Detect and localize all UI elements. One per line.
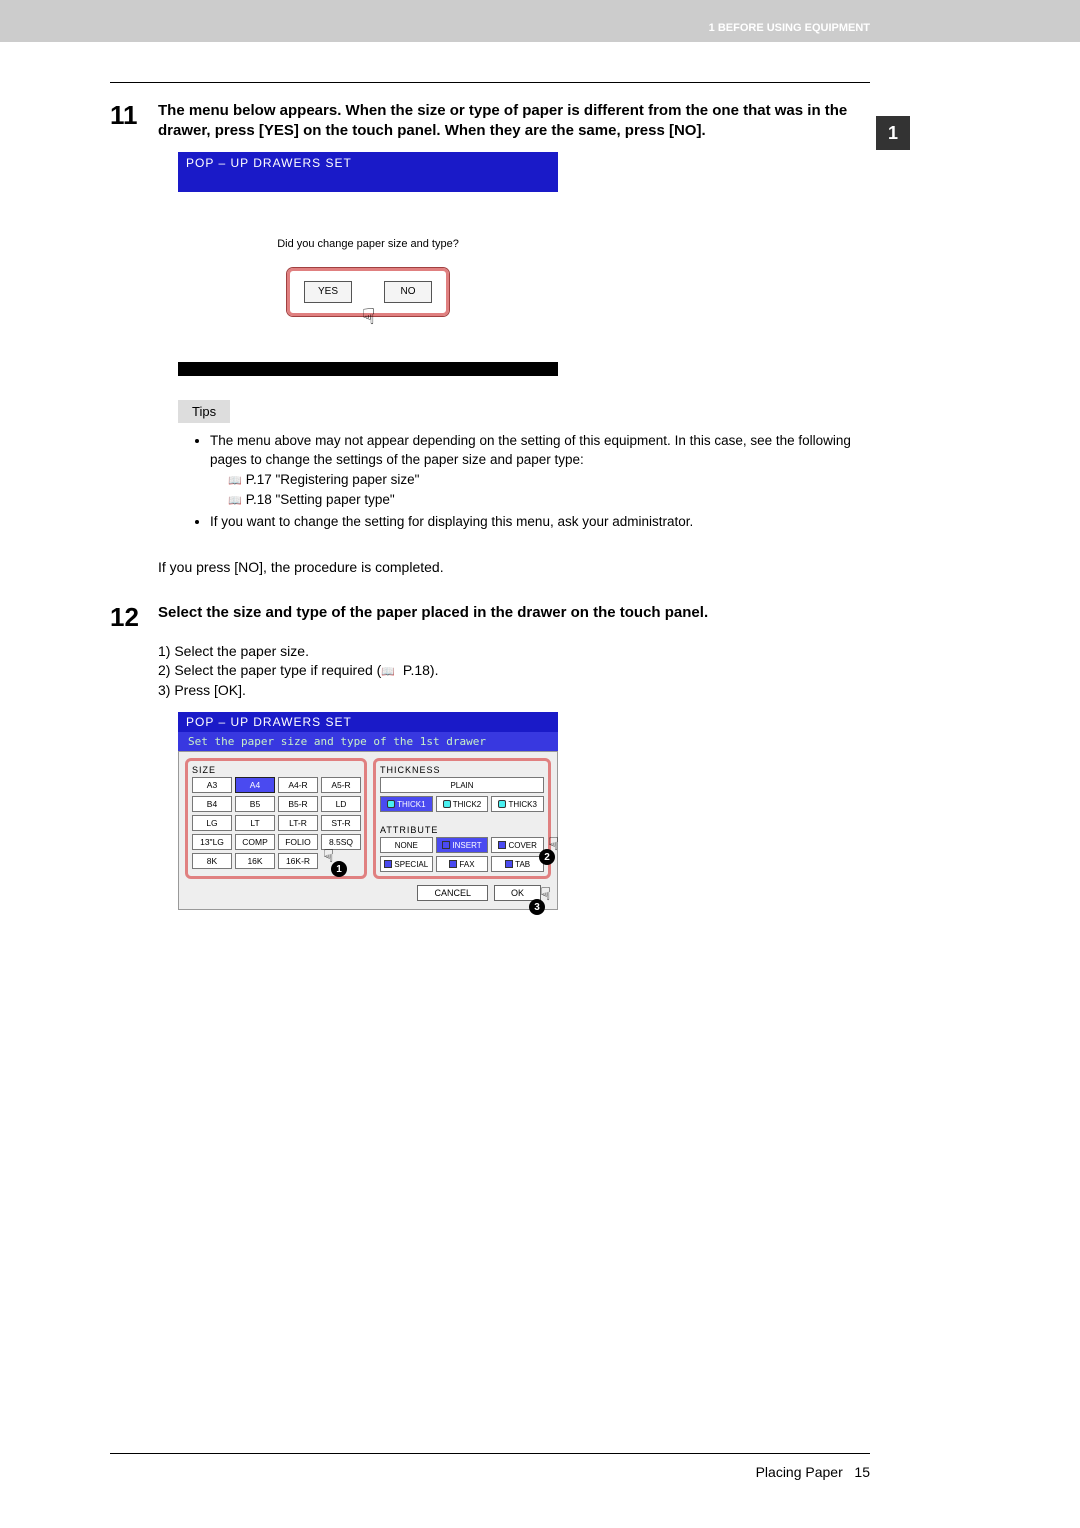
tip-item: The menu above may not appear depending … xyxy=(210,431,870,510)
tips-label: Tips xyxy=(178,400,230,423)
thickness-option[interactable]: THICK3 xyxy=(491,796,544,812)
tips-list: The menu above may not appear depending … xyxy=(196,431,870,532)
footer-page: 15 xyxy=(854,1464,870,1480)
attribute-icon xyxy=(384,860,392,868)
thickness-label: THICKNESS xyxy=(380,765,544,775)
attribute-option[interactable]: COVER xyxy=(491,837,544,853)
step-number: 12 xyxy=(110,603,158,632)
attribute-icon xyxy=(505,860,513,868)
popup-subtitle: Set the paper size and type of the 1st d… xyxy=(178,732,558,751)
substep-text: P.18). xyxy=(399,662,438,678)
divider xyxy=(110,82,870,83)
size-option[interactable]: LT xyxy=(235,815,275,831)
attribute-icon xyxy=(498,841,506,849)
tip-text: The menu above may not appear depending … xyxy=(210,433,851,468)
size-option[interactable]: A4-R xyxy=(278,777,318,793)
size-option[interactable]: B5-R xyxy=(278,796,318,812)
blackbar xyxy=(178,362,558,376)
dialog-footer: CANCEL OK xyxy=(185,885,551,901)
hand-pointer-icon: ☟ xyxy=(548,834,559,855)
size-option[interactable]: FOLIO xyxy=(278,834,318,850)
thickness-icon xyxy=(443,800,451,808)
size-option[interactable]: A3 xyxy=(192,777,232,793)
ref-text: P.18 "Setting paper type" xyxy=(246,492,395,507)
bluebar xyxy=(178,174,558,192)
step-sublist: 1) Select the paper size. 2) Select the … xyxy=(158,642,870,701)
size-option[interactable]: B5 xyxy=(235,796,275,812)
size-option[interactable]: LG xyxy=(192,815,232,831)
popup-message: Did you change paper size and type? xyxy=(277,238,459,250)
size-option[interactable]: LT-R xyxy=(278,815,318,831)
popup-drawer-set: POP – UP DRAWERS SET Set the paper size … xyxy=(178,712,558,910)
step-number: 11 xyxy=(110,101,158,142)
size-option[interactable]: COMP xyxy=(235,834,275,850)
size-option[interactable]: 8K xyxy=(192,853,232,869)
book-icon xyxy=(228,492,246,507)
size-option[interactable]: A5-R xyxy=(321,777,361,793)
no-button[interactable]: NO xyxy=(384,281,432,303)
thickness-icon xyxy=(498,800,506,808)
size-option[interactable]: B4 xyxy=(192,796,232,812)
attribute-icon xyxy=(449,860,457,868)
attribute-label: ATTRIBUTE xyxy=(380,825,544,835)
tip-item: If you want to change the setting for di… xyxy=(210,512,870,532)
attribute-option[interactable]: SPECIAL xyxy=(380,856,433,872)
substep: 1) Select the paper size. xyxy=(158,642,870,662)
footer-text: Placing Paper 15 xyxy=(110,1464,870,1480)
popup-body: SIZE A3A4A4-RA5-R B4B5B5-RLD LGLTLT-RST-R 1… xyxy=(178,751,558,910)
page-content: 11 The menu below appears. When the size… xyxy=(110,82,870,910)
ref-text: P.17 "Registering paper size" xyxy=(246,472,420,487)
popup-confirm-dialog: POP – UP DRAWERS SET Did you change pape… xyxy=(178,152,558,376)
tip-ref: P.18 "Setting paper type" xyxy=(228,490,870,510)
tip-ref: P.17 "Registering paper size" xyxy=(228,470,870,490)
thickness-row: THICK1THICK2THICK3 xyxy=(380,796,544,812)
thickness-icon xyxy=(387,800,395,808)
attribute-grid: NONEINSERTCOVER SPECIALFAXTAB xyxy=(380,837,544,872)
size-grid: A3A4A4-RA5-R B4B5B5-RLD LGLTLT-RST-R 13"LGC… xyxy=(192,777,360,869)
header-section-label: 1 BEFORE USING EQUIPMENT xyxy=(709,22,870,34)
popup-title: POP – UP DRAWERS SET xyxy=(178,152,558,174)
size-option[interactable]: 16K-R xyxy=(278,853,318,869)
size-option[interactable]: A4 xyxy=(235,777,275,793)
substep: 2) Select the paper type if required ( P… xyxy=(158,661,870,681)
step-title: Select the size and type of the paper pl… xyxy=(158,603,708,632)
cancel-button[interactable]: CANCEL xyxy=(417,885,488,901)
size-option[interactable]: 13"LG xyxy=(192,834,232,850)
step-12: 12 Select the size and type of the paper… xyxy=(110,603,870,632)
step-title: The menu below appears. When the size or… xyxy=(158,101,870,142)
popup-body: Did you change paper size and type? YES … xyxy=(178,192,558,362)
page-footer: Placing Paper 15 xyxy=(110,1453,870,1480)
book-icon xyxy=(381,662,399,678)
substep-text: 2) Select the paper type if required ( xyxy=(158,662,381,678)
page-header-bar: 1 BEFORE USING EQUIPMENT xyxy=(0,0,1080,42)
size-option[interactable]: ST-R xyxy=(321,815,361,831)
hand-pointer-icon: ☟ xyxy=(323,846,334,867)
size-option[interactable]: 16K xyxy=(235,853,275,869)
book-icon xyxy=(228,472,246,487)
thickness-option[interactable]: THICK2 xyxy=(436,796,489,812)
attribute-option[interactable]: NONE xyxy=(380,837,433,853)
size-option[interactable]: LD xyxy=(321,796,361,812)
divider xyxy=(110,1453,870,1454)
hand-pointer-icon: ☟ xyxy=(540,884,551,905)
attribute-icon xyxy=(442,841,450,849)
attribute-option[interactable]: FAX xyxy=(436,856,489,872)
yes-button[interactable]: YES xyxy=(304,281,352,303)
attribute-option[interactable]: TAB xyxy=(491,856,544,872)
chapter-tab: 1 xyxy=(876,116,910,150)
size-label: SIZE xyxy=(192,765,360,775)
right-panel: THICKNESS PLAIN THICK1THICK2THICK3 ATTRI… xyxy=(373,758,551,879)
thickness-option[interactable]: PLAIN xyxy=(380,777,544,793)
hand-pointer-icon: ☟ xyxy=(362,304,375,330)
thickness-option[interactable]: THICK1 xyxy=(380,796,433,812)
completion-note: If you press [NO], the procedure is comp… xyxy=(158,559,870,575)
step-11: 11 The menu below appears. When the size… xyxy=(110,101,870,142)
substep: 3) Press [OK]. xyxy=(158,681,870,701)
popup-title: POP – UP DRAWERS SET xyxy=(178,712,558,732)
footer-section: Placing Paper xyxy=(756,1464,843,1480)
attribute-option[interactable]: INSERT xyxy=(436,837,489,853)
